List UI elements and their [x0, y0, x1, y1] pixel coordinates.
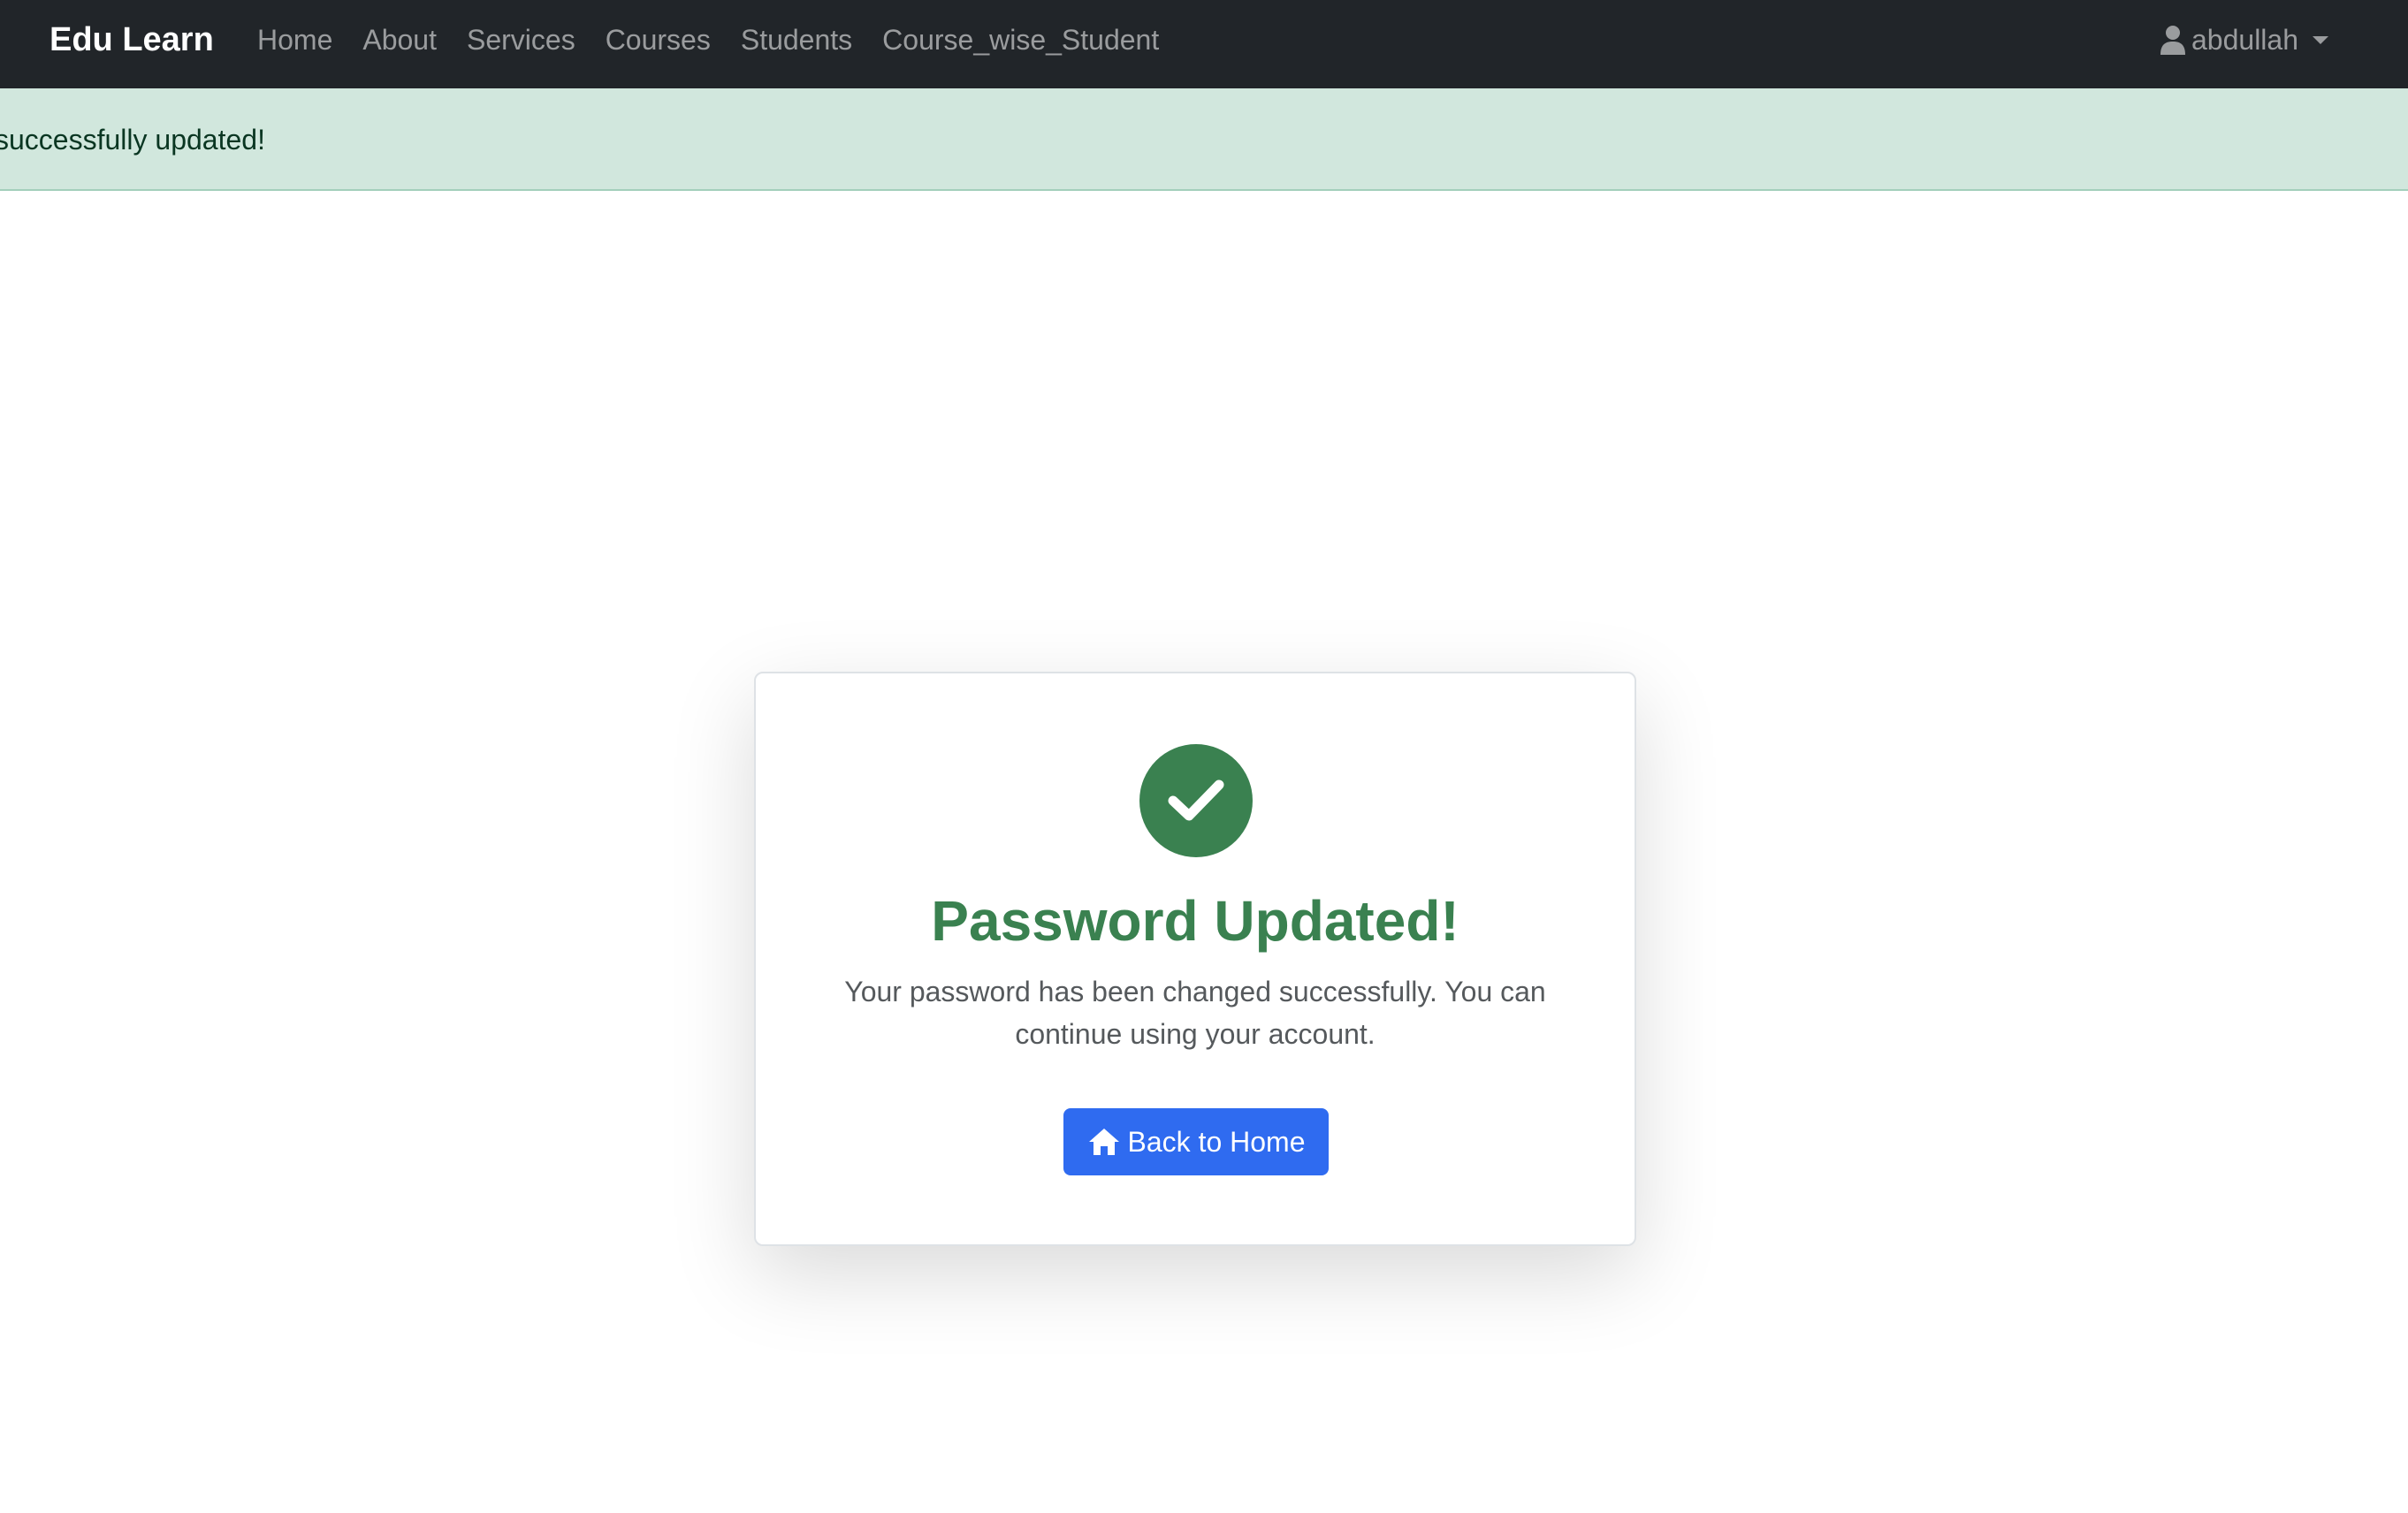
- home-icon: [1088, 1129, 1119, 1155]
- user-name: abdullah: [2191, 24, 2298, 56]
- success-alert: successfully updated!: [0, 88, 2408, 191]
- nav-links: Home About Services Courses Students Cou…: [242, 19, 1174, 60]
- nav-link-courses[interactable]: Courses: [591, 19, 726, 60]
- back-to-home-button[interactable]: Back to Home: [1063, 1108, 1329, 1175]
- brand-logo[interactable]: Edu Learn: [50, 19, 214, 60]
- checkmark-icon: [1168, 779, 1224, 821]
- nav-link-home[interactable]: Home: [242, 19, 347, 60]
- check-circle-icon: [1139, 744, 1253, 857]
- user-icon: [2160, 26, 2185, 55]
- chevron-down-icon: [2313, 35, 2328, 44]
- nav-link-services[interactable]: Services: [452, 19, 591, 60]
- top-navbar: Edu Learn Home About Services Courses St…: [0, 0, 2408, 88]
- nav-link-about[interactable]: About: [347, 19, 452, 60]
- nav-link-students[interactable]: Students: [726, 19, 867, 60]
- card-title: Password Updated!: [931, 889, 1459, 953]
- user-dropdown[interactable]: abdullah: [2160, 19, 2328, 60]
- back-to-home-label: Back to Home: [1127, 1125, 1306, 1158]
- alert-message: successfully updated!: [0, 124, 265, 156]
- card-description: Your password has been changed successfu…: [844, 976, 1546, 1050]
- password-updated-card: Password Updated! Your password has been…: [754, 672, 1636, 1246]
- nav-link-course-wise-student[interactable]: Course_wise_Student: [867, 19, 1174, 60]
